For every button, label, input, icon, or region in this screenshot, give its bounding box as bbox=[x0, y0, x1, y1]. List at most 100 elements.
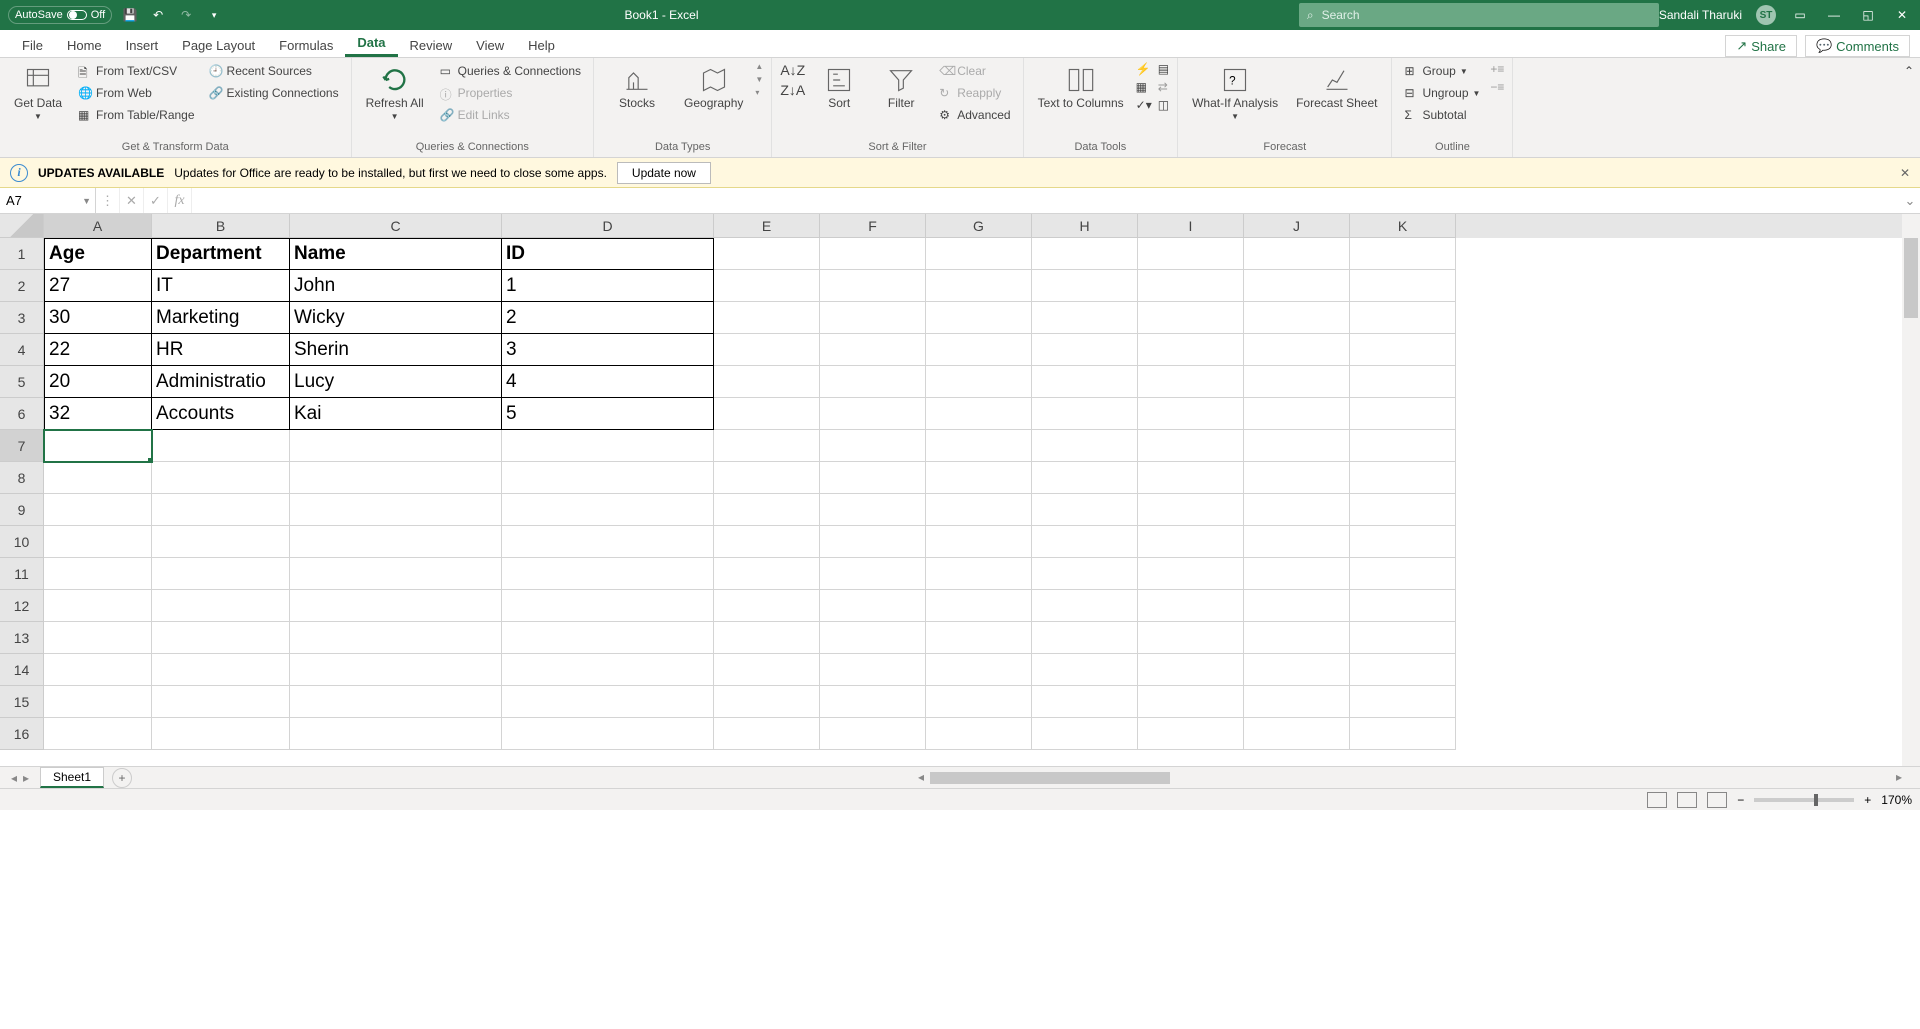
row-header-15[interactable]: 15 bbox=[0, 686, 44, 718]
cell-B10[interactable] bbox=[152, 526, 290, 558]
cell-J4[interactable] bbox=[1244, 334, 1350, 366]
cell-I13[interactable] bbox=[1138, 622, 1244, 654]
cell-C7[interactable] bbox=[290, 430, 502, 462]
cell-K1[interactable] bbox=[1350, 238, 1456, 270]
cell-D9[interactable] bbox=[502, 494, 714, 526]
get-data-button[interactable]: Get Data ▼ bbox=[8, 62, 68, 125]
cell-I11[interactable] bbox=[1138, 558, 1244, 590]
col-header-A[interactable]: A bbox=[44, 214, 152, 238]
cell-J12[interactable] bbox=[1244, 590, 1350, 622]
cell-K12[interactable] bbox=[1350, 590, 1456, 622]
cell-A9[interactable] bbox=[44, 494, 152, 526]
row-header-12[interactable]: 12 bbox=[0, 590, 44, 622]
cell-E11[interactable] bbox=[714, 558, 820, 590]
datatype-expand-icon[interactable]: ▾ bbox=[755, 88, 763, 97]
text-to-columns-button[interactable]: Text to Columns bbox=[1032, 62, 1130, 114]
cell-D2[interactable]: 1 bbox=[502, 270, 714, 302]
stocks-button[interactable]: Stocks bbox=[602, 62, 672, 114]
cell-B8[interactable] bbox=[152, 462, 290, 494]
row-header-14[interactable]: 14 bbox=[0, 654, 44, 686]
cell-F7[interactable] bbox=[820, 430, 926, 462]
cell-G3[interactable] bbox=[926, 302, 1032, 334]
cell-I2[interactable] bbox=[1138, 270, 1244, 302]
cell-H3[interactable] bbox=[1032, 302, 1138, 334]
cell-H6[interactable] bbox=[1032, 398, 1138, 430]
cell-I9[interactable] bbox=[1138, 494, 1244, 526]
col-header-I[interactable]: I bbox=[1138, 214, 1244, 238]
cell-G8[interactable] bbox=[926, 462, 1032, 494]
sheet-tab-sheet1[interactable]: Sheet1 bbox=[40, 767, 104, 788]
cell-J5[interactable] bbox=[1244, 366, 1350, 398]
ungroup-button[interactable]: ⊟Ungroup ▼ bbox=[1400, 84, 1484, 102]
cell-K5[interactable] bbox=[1350, 366, 1456, 398]
share-button[interactable]: ↗Share bbox=[1725, 35, 1797, 57]
cell-D12[interactable] bbox=[502, 590, 714, 622]
cell-E7[interactable] bbox=[714, 430, 820, 462]
page-layout-view-icon[interactable] bbox=[1677, 792, 1697, 808]
cell-I16[interactable] bbox=[1138, 718, 1244, 750]
cell-D15[interactable] bbox=[502, 686, 714, 718]
normal-view-icon[interactable] bbox=[1647, 792, 1667, 808]
cell-D1[interactable]: ID bbox=[502, 238, 714, 270]
maximize-icon[interactable]: ◱ bbox=[1858, 5, 1878, 25]
cell-D5[interactable]: 4 bbox=[502, 366, 714, 398]
add-sheet-button[interactable]: + bbox=[112, 768, 132, 788]
col-header-D[interactable]: D bbox=[502, 214, 714, 238]
cell-J9[interactable] bbox=[1244, 494, 1350, 526]
cell-C4[interactable]: Sherin bbox=[290, 334, 502, 366]
from-web-button[interactable]: 🌐From Web bbox=[74, 84, 199, 102]
cell-D14[interactable] bbox=[502, 654, 714, 686]
cell-C3[interactable]: Wicky bbox=[290, 302, 502, 334]
cell-H5[interactable] bbox=[1032, 366, 1138, 398]
cell-E12[interactable] bbox=[714, 590, 820, 622]
cell-A3[interactable]: 30 bbox=[44, 302, 152, 334]
col-header-B[interactable]: B bbox=[152, 214, 290, 238]
cell-I7[interactable] bbox=[1138, 430, 1244, 462]
select-all-corner[interactable] bbox=[0, 214, 44, 238]
cell-K13[interactable] bbox=[1350, 622, 1456, 654]
col-header-H[interactable]: H bbox=[1032, 214, 1138, 238]
cell-J10[interactable] bbox=[1244, 526, 1350, 558]
cell-C15[interactable] bbox=[290, 686, 502, 718]
cell-I15[interactable] bbox=[1138, 686, 1244, 718]
cell-K10[interactable] bbox=[1350, 526, 1456, 558]
cell-G14[interactable] bbox=[926, 654, 1032, 686]
col-header-K[interactable]: K bbox=[1350, 214, 1456, 238]
cell-F8[interactable] bbox=[820, 462, 926, 494]
update-now-button[interactable]: Update now bbox=[617, 162, 711, 184]
cell-J3[interactable] bbox=[1244, 302, 1350, 334]
cell-A8[interactable] bbox=[44, 462, 152, 494]
cell-K7[interactable] bbox=[1350, 430, 1456, 462]
cell-D13[interactable] bbox=[502, 622, 714, 654]
cell-J15[interactable] bbox=[1244, 686, 1350, 718]
cell-B16[interactable] bbox=[152, 718, 290, 750]
cell-D16[interactable] bbox=[502, 718, 714, 750]
zoom-in-icon[interactable]: + bbox=[1864, 793, 1871, 807]
cell-G11[interactable] bbox=[926, 558, 1032, 590]
comments-button[interactable]: 💬Comments bbox=[1805, 35, 1910, 57]
cell-B6[interactable]: Accounts bbox=[152, 398, 290, 430]
from-table-button[interactable]: ▦From Table/Range bbox=[74, 106, 199, 124]
sort-button[interactable]: Sort bbox=[811, 62, 867, 114]
cell-C12[interactable] bbox=[290, 590, 502, 622]
cell-E16[interactable] bbox=[714, 718, 820, 750]
tab-formulas[interactable]: Formulas bbox=[267, 34, 345, 57]
datatype-scroll-up-icon[interactable]: ▲ bbox=[755, 62, 763, 71]
group-button[interactable]: ⊞Group ▼ bbox=[1400, 62, 1484, 80]
cell-K8[interactable] bbox=[1350, 462, 1456, 494]
cell-C5[interactable]: Lucy bbox=[290, 366, 502, 398]
cell-J2[interactable] bbox=[1244, 270, 1350, 302]
row-header-7[interactable]: 7 bbox=[0, 430, 44, 462]
recent-sources-button[interactable]: 🕘Recent Sources bbox=[205, 62, 343, 80]
row-header-5[interactable]: 5 bbox=[0, 366, 44, 398]
cell-I8[interactable] bbox=[1138, 462, 1244, 494]
hide-detail-icon[interactable]: −≡ bbox=[1490, 80, 1504, 94]
zoom-slider[interactable] bbox=[1754, 798, 1854, 802]
cell-G7[interactable] bbox=[926, 430, 1032, 462]
cell-D4[interactable]: 3 bbox=[502, 334, 714, 366]
cell-E8[interactable] bbox=[714, 462, 820, 494]
cell-I12[interactable] bbox=[1138, 590, 1244, 622]
col-header-F[interactable]: F bbox=[820, 214, 926, 238]
zoom-level[interactable]: 170% bbox=[1881, 793, 1912, 807]
cell-G10[interactable] bbox=[926, 526, 1032, 558]
